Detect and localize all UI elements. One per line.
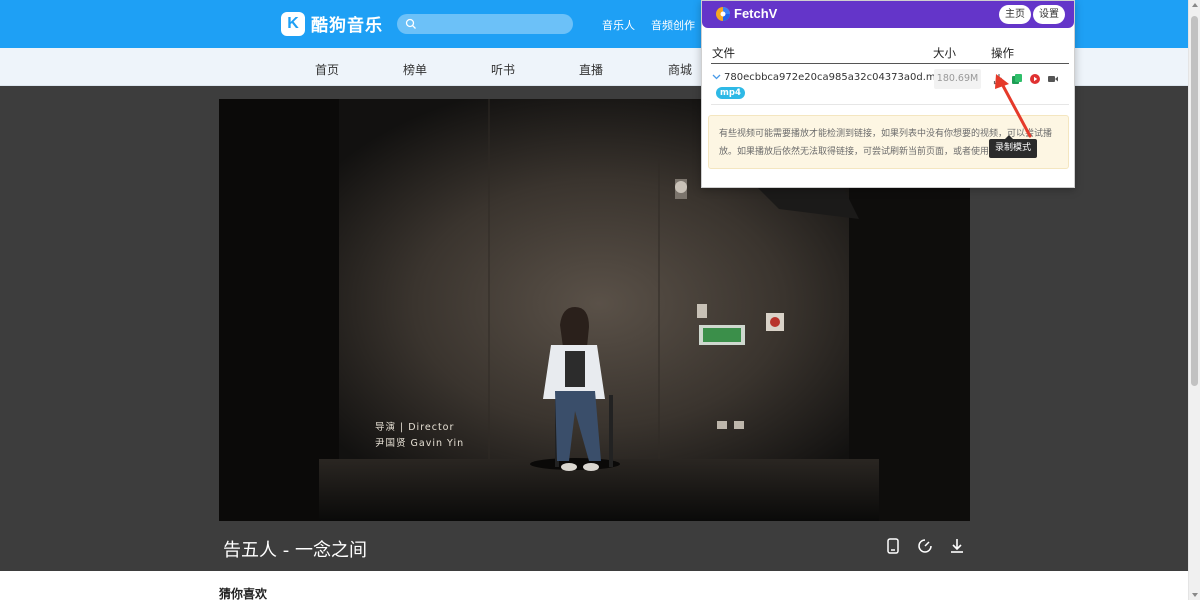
nav-item-mall[interactable]: 商城 <box>668 61 692 78</box>
expand-chevron-icon[interactable] <box>712 74 721 80</box>
video-action-icon[interactable] <box>1047 73 1059 85</box>
file-name: 780ecbbca972e20ca985a32c04373a0d.mp4 <box>724 72 949 83</box>
scroll-up-icon[interactable] <box>1192 3 1198 7</box>
logo-text: 酷狗音乐 <box>311 16 383 36</box>
search-input[interactable] <box>397 14 573 34</box>
column-actions: 操作 <box>991 46 1014 60</box>
director-credit-label: 导演 | Director <box>375 422 455 433</box>
column-size: 大小 <box>933 46 956 60</box>
nav-item-charts[interactable]: 榜单 <box>403 61 427 78</box>
annotation-arrow <box>995 74 1032 138</box>
header-link-musicians[interactable]: 音乐人 <box>602 17 635 33</box>
settings-button[interactable]: 设置 <box>1033 5 1065 24</box>
scroll-thumb[interactable] <box>1191 16 1198 386</box>
search-icon <box>405 18 416 29</box>
nav-item-live[interactable]: 直播 <box>579 61 603 78</box>
header-divider <box>711 63 1069 64</box>
speed-icon[interactable] <box>916 537 934 555</box>
scroll-down-icon[interactable] <box>1192 593 1198 597</box>
record-mode-tooltip: 录制模式 <box>989 135 1038 158</box>
phone-icon[interactable] <box>884 537 902 555</box>
download-icon[interactable] <box>948 537 966 555</box>
fetchv-header: FetchV 主页 设置 <box>702 1 1074 28</box>
nav-item-audiobooks[interactable]: 听书 <box>491 61 515 78</box>
fetchv-logo-icon <box>716 7 730 21</box>
home-button[interactable]: 主页 <box>999 5 1031 24</box>
fetchv-brand: FetchV <box>734 6 778 21</box>
nav-item-home[interactable]: 首页 <box>315 61 339 78</box>
format-badge: mp4 <box>716 87 745 99</box>
director-credit-name: 尹国贤 Gavin Yin <box>375 438 465 449</box>
file-size: 180.69M <box>934 69 981 89</box>
page-scrollbar[interactable] <box>1188 0 1200 600</box>
column-file: 文件 <box>712 46 735 60</box>
video-title: 告五人 - 一念之间 <box>223 540 367 561</box>
logo-badge-icon: K <box>281 11 305 36</box>
header-link-audio-creation[interactable]: 音频创作 <box>651 17 695 33</box>
recommend-heading: 猜你喜欢 <box>219 587 268 600</box>
kugou-logo[interactable]: K 酷狗音乐 <box>281 11 383 36</box>
